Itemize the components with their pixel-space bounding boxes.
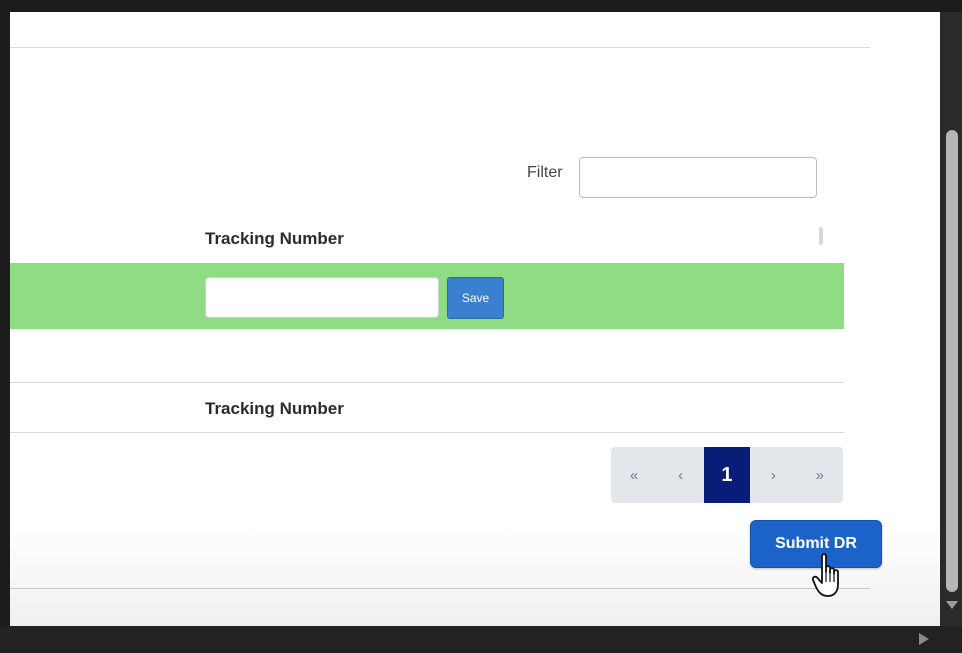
hand-cursor-icon [811, 553, 839, 597]
divider-top [10, 47, 870, 48]
screen-frame: Filter Tracking Number Save Tracking Num… [0, 0, 962, 653]
scroll-right-arrow-icon[interactable] [918, 632, 930, 646]
page-current-button[interactable]: 1 [703, 447, 751, 503]
divider-table-bottom [10, 432, 844, 433]
save-button[interactable]: Save [447, 277, 504, 319]
page-prev-button[interactable]: ‹ [657, 447, 703, 503]
pagination: « ‹ 1 › » [611, 447, 843, 503]
filter-label: Filter [527, 164, 563, 181]
tracking-number-header-bottom[interactable]: Tracking Number [205, 399, 344, 419]
tracking-number-header[interactable]: Tracking Number [205, 229, 344, 249]
divider-table-top [10, 382, 844, 383]
bottom-bar [0, 626, 962, 653]
scroll-down-arrow-icon[interactable] [945, 600, 959, 610]
divider-footer [10, 588, 870, 589]
page-viewport: Filter Tracking Number Save Tracking Num… [10, 12, 940, 626]
page-last-button[interactable]: » [797, 447, 843, 503]
scrollbar-thumb[interactable] [946, 130, 958, 592]
sort-icon[interactable] [818, 227, 824, 245]
page-first-button[interactable]: « [611, 447, 657, 503]
filter-input[interactable] [579, 157, 817, 198]
page-next-button[interactable]: › [750, 447, 796, 503]
tracking-number-input[interactable] [205, 277, 439, 318]
